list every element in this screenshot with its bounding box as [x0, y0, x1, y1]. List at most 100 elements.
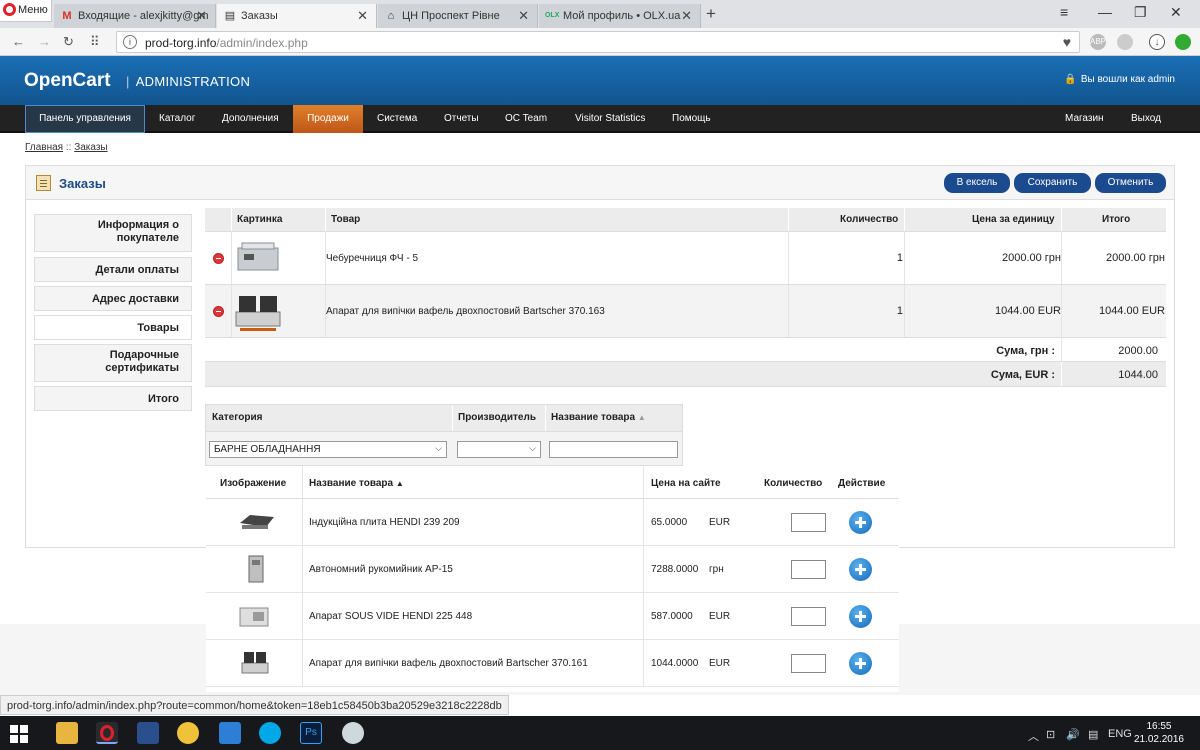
quantity-input[interactable]	[791, 654, 826, 673]
shield-icon[interactable]	[1117, 34, 1133, 50]
tab-customer-info[interactable]: Информация о покупателе	[34, 214, 192, 252]
tab-products[interactable]: Товары	[34, 315, 192, 340]
quantity-input[interactable]	[791, 560, 826, 579]
photoshop-icon[interactable]: Ps	[300, 722, 322, 744]
notifications-icon[interactable]: ▤	[1088, 728, 1098, 741]
tab-gmail[interactable]: M Входящие - alexjkitty@gm ✕	[54, 4, 216, 28]
tab-title: Мой профиль • OLX.ua	[563, 10, 681, 22]
menu-dashboard[interactable]: Панель управления	[25, 105, 145, 133]
volume-icon[interactable]: 🔊	[1066, 728, 1080, 741]
col-quantity: Количество	[840, 214, 899, 225]
picker-col-image: Изображение	[220, 478, 287, 489]
picker-product-price: 65.0000	[651, 517, 688, 528]
opencart-logo[interactable]: OpenCart	[24, 70, 111, 92]
tab-title: Входящие - alexjkitty@gm	[78, 10, 209, 22]
menu-sales[interactable]: Продажи	[293, 105, 363, 133]
network-icon[interactable]: ⊡	[1046, 728, 1055, 741]
menu-store[interactable]: Магазин	[1065, 105, 1104, 133]
tab-gift-vouchers[interactable]: Подарочные сертификаты	[34, 344, 192, 382]
product-total: 2000.00 грн	[1105, 252, 1165, 264]
lock-icon: 🔒	[1064, 74, 1077, 85]
picker-row: Індукційна плита HENDI 239 209 65.0000 E…	[206, 499, 899, 546]
product-thumbnail	[239, 607, 269, 627]
back-icon[interactable]: ←	[12, 34, 25, 49]
forward-icon[interactable]: →	[38, 34, 51, 49]
add-product-button[interactable]	[849, 511, 872, 534]
windows-start-icon[interactable]	[10, 725, 28, 743]
tab-orders[interactable]: ▤ Заказы ✕	[217, 4, 377, 28]
opera-taskbar-icon[interactable]	[96, 722, 118, 744]
quantity-input[interactable]	[791, 607, 826, 626]
picker-product-name: Апарат для випічки вафель двохпостовий B…	[309, 658, 588, 669]
tab-menu-icon[interactable]: ≡	[1060, 4, 1068, 20]
clock-date: 21.02.2016	[1133, 734, 1184, 745]
teamviewer-icon[interactable]	[219, 722, 241, 744]
tab-totals[interactable]: Итого	[34, 386, 192, 411]
close-icon[interactable]: ✕	[196, 8, 207, 24]
sort-asc-icon: ▲	[395, 479, 404, 488]
tab-cn-prospekt[interactable]: ⌂ ЦН Проспект Рівне ✕	[378, 4, 538, 28]
menu-logout[interactable]: Выход	[1131, 105, 1161, 133]
picker-product-price: 1044.0000	[651, 658, 699, 669]
total-label: Сума, EUR :	[990, 369, 1055, 381]
filter-category-label: Категория	[212, 412, 263, 423]
page-title: Заказы	[59, 176, 106, 191]
maximize-button[interactable]: ❐	[1134, 4, 1147, 21]
remove-icon[interactable]	[213, 306, 224, 317]
add-product-button[interactable]	[849, 605, 872, 628]
breadcrumb-home[interactable]: Главная	[25, 142, 63, 153]
menu-extensions[interactable]: Дополнения	[222, 105, 279, 133]
breadcrumb-orders[interactable]: Заказы	[74, 142, 107, 153]
filter-name-label[interactable]: Название товара ▲	[551, 412, 646, 423]
chevron-down-icon: ⌵	[529, 443, 536, 453]
file-explorer-icon[interactable]	[56, 722, 78, 744]
opera-menu-button[interactable]: Меню	[0, 0, 52, 22]
close-icon[interactable]: ✕	[357, 8, 368, 24]
menu-reports[interactable]: Отчеты	[444, 105, 479, 133]
picker-product-currency: грн	[709, 564, 724, 575]
add-product-button[interactable]	[849, 652, 872, 675]
picker-product-name: Індукційна плита HENDI 239 209	[309, 517, 460, 528]
disc-icon[interactable]	[342, 722, 364, 744]
remove-icon[interactable]	[213, 253, 224, 264]
speed-dial-icon[interactable]: ⠿	[90, 34, 100, 50]
adblock-icon[interactable]: ABP	[1090, 34, 1106, 50]
close-icon[interactable]: ✕	[681, 8, 692, 24]
reload-icon[interactable]: ↻	[63, 34, 74, 50]
tab-payment-details[interactable]: Детали оплаты	[34, 257, 192, 282]
close-window-button[interactable]: ✕	[1170, 4, 1182, 21]
system-clock[interactable]: 16:55 21.02.2016	[1134, 720, 1184, 746]
menu-system[interactable]: Система	[377, 105, 417, 133]
picker-col-name[interactable]: Название товара ▲	[309, 478, 404, 489]
add-product-button[interactable]	[849, 558, 872, 581]
menu-visitor-statistics[interactable]: Visitor Statistics	[575, 105, 645, 133]
menu-help[interactable]: Помощь	[672, 105, 711, 133]
skype-icon[interactable]	[259, 722, 281, 744]
url-field[interactable]: i prod-torg.info/admin/index.php ♥	[116, 31, 1080, 53]
cancel-button[interactable]: Отменить	[1095, 173, 1166, 193]
menu-oc-team[interactable]: OC Team	[505, 105, 547, 133]
product-name-search-input[interactable]	[549, 441, 678, 458]
close-icon[interactable]: ✕	[518, 8, 529, 24]
product-thumbnail	[237, 242, 279, 271]
minimize-button[interactable]: —	[1098, 4, 1112, 20]
download-icon[interactable]: ↓	[1149, 34, 1165, 50]
save-button[interactable]: Сохранить	[1014, 173, 1091, 193]
picker-product-currency: EUR	[709, 658, 731, 669]
export-excel-button[interactable]: В ексель	[944, 173, 1010, 193]
paint-icon[interactable]	[177, 722, 199, 744]
tray-expand-icon[interactable]: ︿	[1028, 728, 1039, 744]
category-select[interactable]: БАРНЕ ОБЛАДНАННЯ ⌵	[209, 441, 447, 458]
menu-catalog[interactable]: Каталог	[159, 105, 195, 133]
language-indicator[interactable]: ENG	[1108, 728, 1132, 740]
new-tab-button[interactable]: +	[706, 4, 716, 24]
tab-olx[interactable]: OLX Мой профиль • OLX.ua ✕	[539, 4, 701, 28]
product-thumbnail	[241, 652, 269, 674]
quantity-input[interactable]	[791, 513, 826, 532]
tab-shipping-address[interactable]: Адрес доставки	[34, 286, 192, 311]
save-disk-icon[interactable]	[137, 722, 159, 744]
bookmark-heart-icon[interactable]: ♥	[1063, 34, 1071, 50]
vpn-icon[interactable]	[1175, 34, 1191, 50]
manufacturer-select[interactable]: ⌵	[457, 441, 541, 458]
site-info-icon[interactable]: i	[123, 35, 137, 49]
